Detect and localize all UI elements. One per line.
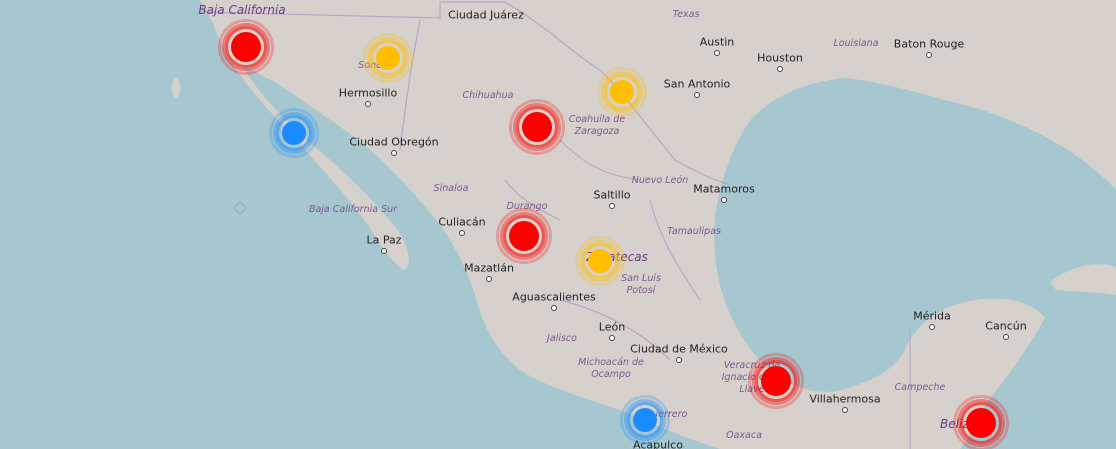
marker-dot — [282, 121, 306, 145]
marker-dot — [966, 408, 996, 438]
city-dot-ciudad-obregon — [391, 150, 397, 156]
city-label-saltillo: Saltillo — [593, 188, 631, 202]
state-label-louisiana: Louisiana — [833, 38, 879, 49]
state-label-baja-california-sur: Baja California Sur — [308, 204, 398, 215]
map[interactable]: Baja California Texas Louisiana Sonora Chihu… — [0, 0, 1116, 449]
city-label-la-paz: La Paz — [366, 233, 402, 247]
state-label-tamaulipas: Tamaulipas — [667, 226, 721, 237]
marker-zacatecas[interactable] — [572, 233, 628, 289]
marker-coahuila-north[interactable] — [594, 64, 650, 120]
city-label-baton-rouge: Baton Rouge — [893, 37, 965, 51]
marker-dot — [376, 46, 400, 70]
state-label-jalisco: Jalisco — [547, 333, 577, 344]
marker-dot — [633, 408, 657, 432]
marker-belize[interactable] — [953, 395, 1009, 449]
basemap — [0, 0, 1116, 449]
state-label-baja-california: Baja California — [198, 3, 286, 17]
island — [172, 78, 180, 98]
city-label-culiacan: Culiacán — [438, 215, 486, 229]
city-dot-houston — [777, 66, 783, 72]
city-label-hermosillo: Hermosillo — [338, 86, 398, 100]
city-label-san-antonio: San Antonio — [663, 77, 731, 91]
city-dot-san-antonio — [694, 92, 700, 98]
state-label-sinaloa: Sinaloa — [433, 183, 469, 194]
state-label-chihuahua: Chihuahua — [462, 90, 514, 101]
city-dot-saltillo — [609, 203, 615, 209]
state-label-campeche: Campeche — [894, 382, 946, 393]
marker-dot — [522, 112, 552, 142]
marker-dot — [761, 366, 791, 396]
marker-dot — [509, 221, 539, 251]
city-label-ciudad-obregon: Ciudad Obregón — [349, 135, 439, 149]
city-dot-merida — [929, 324, 935, 330]
city-label-ciudad-de-mexico: Ciudad de México — [630, 342, 728, 356]
city-dot-aguascalientes — [551, 305, 557, 311]
city-label-merida: Mérida — [913, 309, 951, 323]
marker-sonora[interactable] — [360, 30, 416, 86]
city-label-villahermosa: Villahermosa — [809, 392, 881, 406]
marker-sinaloa-coast[interactable] — [266, 105, 322, 161]
city-label-ciudad-juarez: Ciudad Juárez — [448, 8, 524, 22]
city-label-aguascalientes: Aguascalientes — [512, 290, 596, 304]
city-label-austin: Austin — [699, 35, 735, 49]
city-label-matamoros: Matamoros — [693, 182, 755, 196]
city-dot-hermosillo — [365, 101, 371, 107]
marker-veracruz[interactable] — [748, 353, 804, 409]
marker-dot — [588, 249, 612, 273]
city-dot-villahermosa — [842, 407, 848, 413]
state-label-nuevo-leon: Nuevo León — [631, 175, 689, 186]
marker-dot — [610, 80, 634, 104]
city-dot-austin — [714, 50, 720, 56]
marker-durango[interactable] — [496, 208, 552, 264]
state-label-oaxaca: Oaxaca — [726, 430, 762, 441]
marker-baja-california[interactable] — [218, 19, 274, 75]
city-dot-leon — [609, 335, 615, 341]
state-label-texas: Texas — [672, 9, 700, 20]
city-dot-mazatlan — [486, 276, 492, 282]
marker-dot — [231, 32, 261, 62]
state-label-michoacan: Michoacán de Ocampo — [578, 357, 644, 380]
city-dot-ciudad-de-mexico — [676, 357, 682, 363]
city-dot-matamoros — [721, 197, 727, 203]
city-dot-baton-rouge — [926, 52, 932, 58]
marker-guerrero[interactable] — [617, 392, 673, 448]
city-label-cancun: Cancún — [985, 319, 1027, 333]
city-dot-cancun — [1003, 334, 1009, 340]
city-label-houston: Houston — [757, 51, 803, 65]
city-label-leon: León — [598, 320, 626, 334]
city-dot-la-paz — [381, 248, 387, 254]
marker-chihuahua[interactable] — [509, 99, 565, 155]
city-dot-culiacan — [459, 230, 465, 236]
city-label-mazatlan: Mazatlán — [464, 261, 514, 275]
